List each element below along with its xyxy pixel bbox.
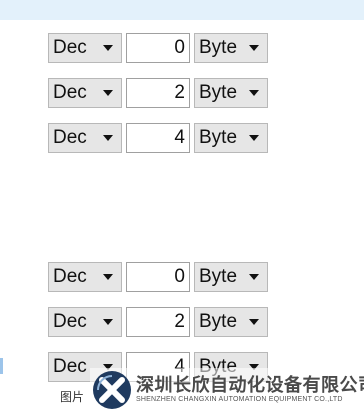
company-watermark: 深圳长欣自动化设备有限公司 SHENZHEN CHANGXIN AUTOMATI… xyxy=(90,368,364,412)
company-name-cn: 深圳长欣自动化设备有限公司 xyxy=(136,375,364,395)
unit-select[interactable]: Byte xyxy=(194,123,268,153)
image-caption: 图片 xyxy=(60,390,85,404)
company-name-en: SHENZHEN CHANGXIN AUTOMATION EQUIPMENT C… xyxy=(136,396,343,403)
dropdown-arrow-icon[interactable] xyxy=(249,90,259,96)
format-select-value: Dec xyxy=(53,266,87,287)
dropdown-arrow-icon[interactable] xyxy=(103,319,113,325)
value-input[interactable]: 0 xyxy=(126,262,190,292)
format-select[interactable]: Dec xyxy=(48,33,122,63)
unit-select[interactable]: Byte xyxy=(194,262,268,292)
format-select[interactable]: Dec xyxy=(48,262,122,292)
value-input[interactable]: 2 xyxy=(126,78,190,108)
unit-select[interactable]: Byte xyxy=(194,33,268,63)
unit-select[interactable]: Byte xyxy=(194,307,268,337)
param-row: Dec 2 Byte xyxy=(48,307,268,337)
param-row: Dec 4 Byte xyxy=(48,123,268,153)
left-edge-marker xyxy=(0,358,3,374)
format-select-value: Dec xyxy=(53,127,87,148)
dropdown-arrow-icon[interactable] xyxy=(249,45,259,51)
format-select-value: Dec xyxy=(53,356,87,377)
format-select[interactable]: Dec xyxy=(48,78,122,108)
page: Dec 0 Byte Dec 2 Byte Dec 4 Byte Dec 0 B… xyxy=(0,0,364,412)
param-row: Dec 0 Byte xyxy=(48,262,268,292)
unit-select-value: Byte xyxy=(199,311,238,332)
dropdown-arrow-icon[interactable] xyxy=(249,319,259,325)
unit-select-value: Byte xyxy=(199,82,238,103)
format-select-value: Dec xyxy=(53,82,87,103)
value-input[interactable]: 2 xyxy=(126,307,190,337)
unit-select-value: Byte xyxy=(199,37,238,58)
dropdown-arrow-icon[interactable] xyxy=(103,135,113,141)
value-input[interactable]: 4 xyxy=(126,123,190,153)
format-select[interactable]: Dec xyxy=(48,307,122,337)
format-select-value: Dec xyxy=(53,311,87,332)
unit-select-value: Byte xyxy=(199,127,238,148)
unit-select-value: Byte xyxy=(199,266,238,287)
value-input[interactable]: 0 xyxy=(126,33,190,63)
format-select-value: Dec xyxy=(53,37,87,58)
param-row: Dec 0 Byte xyxy=(48,33,268,63)
dropdown-arrow-icon[interactable] xyxy=(103,274,113,280)
dropdown-arrow-icon[interactable] xyxy=(249,135,259,141)
dropdown-arrow-icon[interactable] xyxy=(103,90,113,96)
unit-select[interactable]: Byte xyxy=(194,78,268,108)
company-logo-icon xyxy=(93,371,131,409)
format-select[interactable]: Dec xyxy=(48,123,122,153)
top-banner xyxy=(0,0,364,20)
dropdown-arrow-icon[interactable] xyxy=(103,45,113,51)
param-row: Dec 2 Byte xyxy=(48,78,268,108)
dropdown-arrow-icon[interactable] xyxy=(249,274,259,280)
